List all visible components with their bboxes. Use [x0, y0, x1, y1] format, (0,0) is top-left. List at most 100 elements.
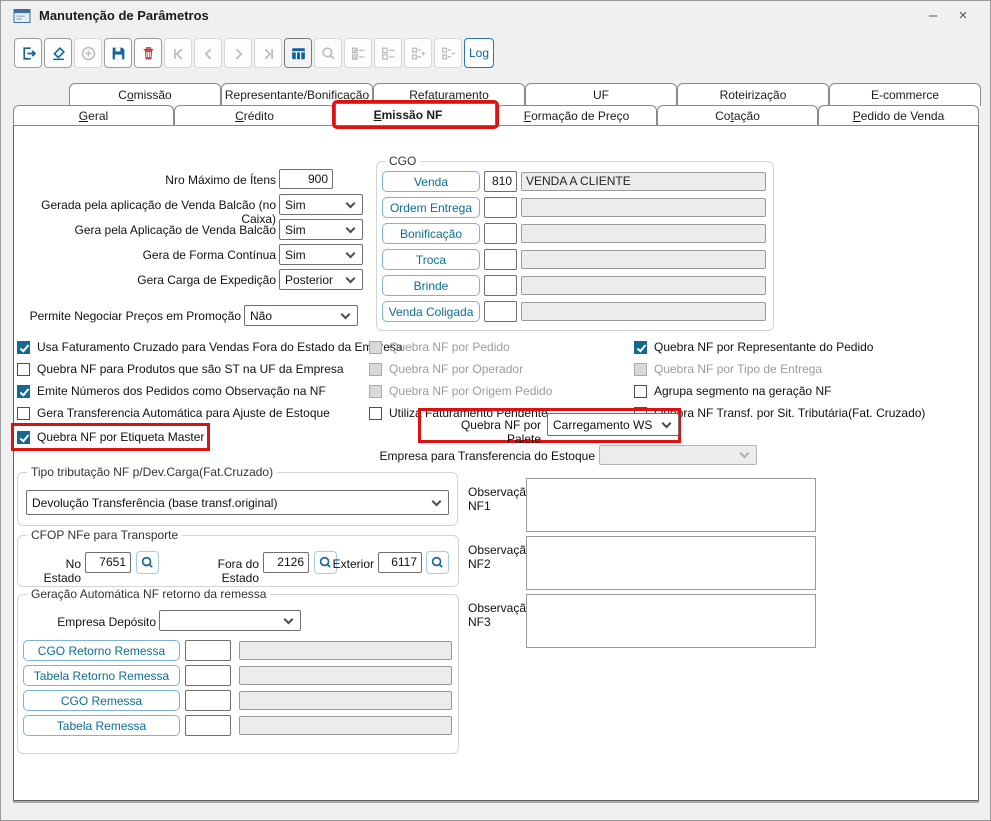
quebra-nf-palete-select[interactable]: Carregamento WS: [547, 413, 679, 436]
checkbox-quebra-nf-operador[interactable]: Quebra NF por Operador: [369, 361, 523, 377]
checkbox-quebra-nf-origem-pedido[interactable]: Quebra NF por Origem Pedido: [369, 383, 552, 399]
checkbox-box[interactable]: [369, 406, 382, 420]
cgo-remessa-button[interactable]: CGO Remessa: [23, 690, 180, 711]
cgo-venda-coligada-desc-field[interactable]: [521, 302, 766, 321]
checkbox-label: Agrupa segmento na geração NF: [654, 384, 832, 398]
select-value: Devolução Transferência (base transf.ori…: [32, 495, 278, 510]
checkbox-quebra-nf-pedido[interactable]: Quebra NF por Pedido: [369, 339, 510, 355]
chevron-down-icon: [340, 309, 351, 319]
tabela-remessa-desc-field[interactable]: [239, 716, 452, 735]
checkbox-quebra-nf-representante[interactable]: Quebra NF por Representante do Pedido: [634, 339, 873, 355]
tabela-retorno-remessa-button[interactable]: Tabela Retorno Remessa: [23, 665, 180, 686]
field-label: Fora do Estado: [217, 557, 259, 585]
checkbox-box[interactable]: [17, 340, 30, 354]
cfop-exterior-input[interactable]: 6117: [378, 552, 422, 573]
checkbox-emite-numeros-pedidos[interactable]: Emite Números dos Pedidos como Observaçã…: [17, 383, 326, 399]
field-label: Nro Máximo de Ítens: [165, 173, 276, 187]
tabela-retorno-remessa-code-input[interactable]: [185, 665, 231, 686]
cgo-venda-coligada-button[interactable]: Venda Coligada: [382, 301, 480, 322]
nro-maximo-itens-input[interactable]: 900: [279, 169, 333, 189]
cgo-venda-desc-field[interactable]: VENDA A CLIENTE: [521, 172, 766, 191]
field-label: Gera pela Aplicação de Venda Balcão: [74, 223, 276, 237]
checkbox-gera-transferencia-automatica[interactable]: Gera Transferencia Automática para Ajust…: [17, 405, 330, 421]
checkbox-label: Quebra NF por Origem Pedido: [389, 384, 553, 398]
tributacao-group-title: Tipo tributação NF p/Dev.Carga(Fat.Cruza…: [27, 465, 278, 479]
chevron-down-icon: [345, 273, 356, 283]
select-value: Sim: [285, 222, 306, 237]
checkbox-quebra-nf-tipo-entrega[interactable]: Quebra NF por Tipo de Entrega: [634, 361, 822, 377]
field-label: Empresa Depósito: [57, 615, 156, 629]
cgo-remessa-desc-field[interactable]: [239, 691, 452, 710]
cgo-venda-code-input[interactable]: 810: [484, 171, 517, 192]
search-icon: [431, 556, 443, 568]
checkbox-box[interactable]: [369, 362, 382, 376]
field-label: Gerada pela aplicação de Venda Balcão (n…: [41, 198, 276, 226]
cgo-brinde-button[interactable]: Brinde: [382, 275, 480, 296]
checkbox-box[interactable]: [369, 340, 382, 354]
field-label: Gera Carga de Expedição: [137, 273, 276, 287]
cgo-group-title: CGO: [385, 154, 421, 168]
cfop-fora-estado-input[interactable]: 2126: [263, 552, 309, 573]
tabela-remessa-button[interactable]: Tabela Remessa: [23, 715, 180, 736]
cgo-ordem-entrega-desc-field[interactable]: [521, 198, 766, 217]
checkbox-label: Usa Faturamento Cruzado para Vendas Fora…: [37, 340, 403, 354]
select-value: Carregamento WS: [553, 417, 653, 432]
tipo-tributacao-select[interactable]: Devolução Transferência (base transf.ori…: [26, 490, 449, 515]
gera-forma-continua-select[interactable]: Sim: [279, 244, 363, 265]
checkbox-box[interactable]: [634, 384, 647, 398]
cgo-ordem-entrega-button[interactable]: Ordem Entrega: [382, 197, 480, 218]
cfop-no-estado-search-button[interactable]: [136, 551, 159, 574]
cfop-exterior-search-button[interactable]: [426, 551, 449, 574]
cfop-no-estado-input[interactable]: 7651: [85, 552, 131, 573]
cgo-venda-button[interactable]: Venda: [382, 171, 480, 192]
empresa-deposito-select[interactable]: [159, 610, 301, 631]
chevron-down-icon: [345, 223, 356, 233]
cgo-venda-coligada-code-input[interactable]: [484, 301, 517, 322]
cgo-brinde-desc-field[interactable]: [521, 276, 766, 295]
cgo-brinde-code-input[interactable]: [484, 275, 517, 296]
remessa-group-title: Geração Automática NF retorno da remessa: [27, 587, 271, 601]
cgo-troca-code-input[interactable]: [484, 249, 517, 270]
checkbox-box[interactable]: [17, 430, 30, 444]
cgo-troca-button[interactable]: Troca: [382, 249, 480, 270]
cgo-ordem-entrega-code-input[interactable]: [484, 197, 517, 218]
negociar-precos-promocao-select[interactable]: Não: [244, 305, 358, 326]
checkbox-quebra-nf-produtos-st[interactable]: Quebra NF para Produtos que são ST na UF…: [17, 361, 344, 377]
gera-venda-balcao-select[interactable]: Sim: [279, 219, 363, 240]
cgo-troca-desc-field[interactable]: [521, 250, 766, 269]
observacao-nf2-textarea[interactable]: [526, 536, 816, 590]
tabela-remessa-code-input[interactable]: [185, 715, 231, 736]
checkbox-box[interactable]: [17, 406, 30, 420]
cgo-remessa-code-input[interactable]: [185, 690, 231, 711]
checkbox-box[interactable]: [634, 340, 647, 354]
parameter-maintenance-window: Manutenção de Parâmetros – × Log Comissã…: [0, 0, 991, 821]
checkbox-label: Quebra NF Transf. por Sit. Tributária(Fa…: [654, 406, 926, 420]
checkbox-box[interactable]: [369, 384, 382, 398]
checkbox-agrupa-segmento[interactable]: Agrupa segmento na geração NF: [634, 383, 831, 399]
select-value: Não: [250, 308, 273, 323]
chevron-down-icon: [345, 248, 356, 258]
chevron-down-icon: [739, 448, 750, 459]
observacao-nf3-textarea[interactable]: [526, 594, 816, 648]
cgo-bonificacao-button[interactable]: Bonificação: [382, 223, 480, 244]
gerada-venda-balcao-caixa-select[interactable]: Sim: [279, 194, 363, 215]
cfop-group-title: CFOP NFe para Transporte: [27, 528, 183, 542]
tabela-retorno-remessa-desc-field[interactable]: [239, 666, 452, 685]
checkbox-box[interactable]: [634, 362, 647, 376]
checkbox-label: Quebra NF por Operador: [389, 362, 524, 376]
cgo-retorno-remessa-desc-field[interactable]: [239, 641, 452, 660]
cgo-retorno-remessa-code-input[interactable]: [185, 640, 231, 661]
cgo-bonificacao-code-input[interactable]: [484, 223, 517, 244]
observacao-nf1-textarea[interactable]: [526, 478, 816, 532]
empresa-transferencia-estoque-select[interactable]: [599, 445, 757, 465]
cgo-retorno-remessa-button[interactable]: CGO Retorno Remessa: [23, 640, 180, 661]
checkbox-label: Quebra NF para Produtos que são ST na UF…: [37, 362, 344, 376]
checkbox-quebra-nf-etiqueta-master[interactable]: Quebra NF por Etiqueta Master: [10, 423, 211, 451]
checkbox-box[interactable]: [17, 384, 30, 398]
cgo-bonificacao-desc-field[interactable]: [521, 224, 766, 243]
checkbox-label: Quebra NF por Etiqueta Master: [37, 430, 205, 444]
checkbox-usa-faturamento-cruzado[interactable]: Usa Faturamento Cruzado para Vendas Fora…: [17, 339, 403, 355]
checkbox-box[interactable]: [17, 362, 30, 376]
checkbox-label: Gera Transferencia Automática para Ajust…: [37, 406, 330, 420]
gera-carga-expedicao-select[interactable]: Posterior: [279, 269, 363, 290]
